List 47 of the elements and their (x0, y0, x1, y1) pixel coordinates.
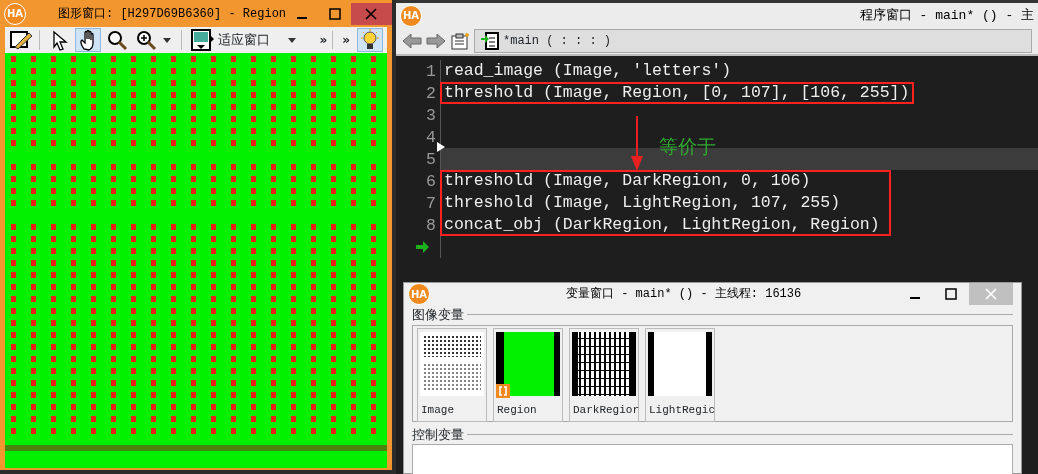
variable-name: LightRegic (648, 402, 715, 418)
overflow-chevron[interactable]: » (319, 31, 334, 49)
app-logo: HA (4, 2, 26, 25)
line-number: 2 (426, 84, 436, 103)
line-number: 8 (426, 216, 436, 235)
close-icon[interactable] (350, 2, 392, 25)
code-line[interactable]: threshold (Image, DarkRegion, 0, 106) (444, 171, 811, 190)
line-number: 7 (426, 194, 436, 213)
window-title: 程序窗口 - main* () - 主 (859, 6, 1034, 25)
group-label: 图像变量 (412, 306, 464, 324)
line-number: 4 (426, 128, 436, 147)
back-arrow-icon[interactable] (402, 32, 422, 50)
window-title: 图形窗口: [H297D69B6360] - Region (58, 5, 287, 23)
variable-thumbnail[interactable]: Image (417, 327, 487, 422)
code-line[interactable]: threshold (Image, Region, [0, 107], [106, 255]) (444, 83, 910, 102)
forward-arrow-icon[interactable] (426, 32, 446, 50)
app-logo: HA (400, 4, 422, 27)
fit-window-button[interactable]: 适应窗口 (191, 29, 270, 51)
insert-marker-icon (437, 142, 445, 152)
variable-name: Image (420, 402, 454, 418)
hand-icon-button[interactable] (75, 28, 101, 52)
app-logo: HA (408, 283, 430, 305)
fit-window-icon (191, 29, 215, 51)
group-label: 控制变量 (412, 425, 464, 444)
variable-thumbnail[interactable]: LightRegic (645, 327, 715, 422)
edit-picture-icon[interactable] (9, 29, 33, 51)
caret-icon[interactable] (162, 36, 172, 44)
caret-icon[interactable] (287, 36, 297, 44)
code-line[interactable]: threshold (Image, LightRegion, 107, 255) (444, 193, 841, 212)
procedure-icon (481, 32, 499, 50)
clipboard-icon[interactable] (450, 31, 470, 51)
line-number: 3 (426, 106, 436, 125)
line-number: 1 (426, 62, 436, 81)
code-line[interactable]: concat_obj (DarkRegion, LightRegion, Region) (444, 215, 880, 234)
annotation-label: 等价于 (659, 134, 716, 159)
down-arrow (630, 116, 644, 172)
variable-name: Region (496, 402, 537, 418)
variable-name: DarkRegior (572, 402, 639, 418)
procedure-tab[interactable]: *main ( : : : ) (474, 29, 1032, 53)
line-number: 5 (426, 150, 436, 169)
variable-thumbnail[interactable]: DarkRegior (569, 327, 639, 422)
variable-thumbnail[interactable]: Region (493, 327, 563, 422)
line-number: 6 (426, 172, 436, 191)
lightbulb-button[interactable] (357, 28, 383, 52)
overflow-chevron[interactable]: » (342, 31, 350, 49)
window-title: 变量窗口 - main* () - 主线程: 16136 (566, 286, 802, 303)
code-line[interactable]: read_image (Image, 'letters') (444, 61, 732, 80)
